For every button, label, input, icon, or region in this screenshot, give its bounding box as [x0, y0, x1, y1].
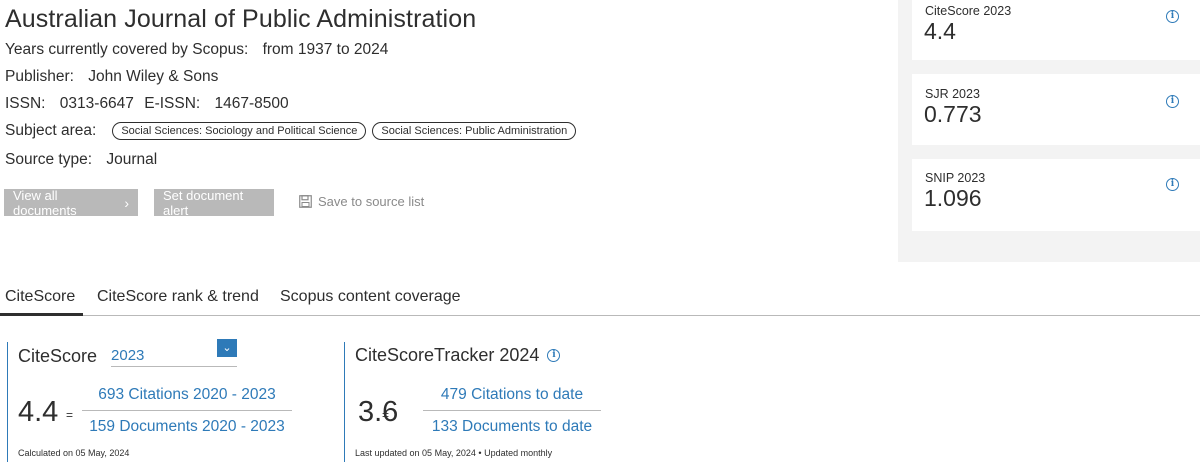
tab-citescore-rank-trend[interactable]: CiteScore rank & trend [97, 288, 259, 306]
info-icon[interactable]: i [1166, 10, 1179, 23]
active-tab-indicator [0, 313, 83, 316]
publisher-row: Publisher: John Wiley & Sons [5, 68, 224, 86]
info-icon[interactable]: i [1166, 178, 1179, 191]
documents-link[interactable]: 159 Documents 2020 - 2023 [82, 418, 292, 436]
view-all-documents-button[interactable]: View all documents › [4, 187, 138, 218]
equals-sign: = [66, 408, 74, 422]
citescore-value: 4.4 [18, 396, 59, 428]
snip-metric-value: 1.096 [924, 185, 982, 211]
source-type-label: Source type: [5, 151, 93, 168]
save-to-source-list-link[interactable]: Save to source list [299, 194, 424, 209]
sjr-metric-value: 0.773 [924, 101, 982, 127]
eissn-value: 1467-8500 [214, 95, 289, 112]
fraction-divider [82, 410, 292, 411]
calculated-note: Calculated on 05 May, 2024 [18, 448, 130, 458]
years-value: from 1937 to 2024 [262, 41, 389, 58]
source-details-panel: Australian Journal of Public Administrat… [0, 0, 898, 262]
sjr-metric-card: SJR 2023 0.773 i [912, 74, 1200, 145]
tab-bar: CiteScore CiteScore rank & trend Scopus … [0, 262, 1200, 316]
subject-chip-sociology[interactable]: Social Sciences: Sociology and Political… [112, 122, 367, 140]
year-select[interactable]: 2023 ⌄ [111, 339, 238, 367]
subject-label: Subject area: [5, 122, 97, 139]
info-icon[interactable]: i [1166, 95, 1179, 108]
info-icon[interactable]: i [547, 349, 561, 362]
subject-chip-public-administration[interactable]: Social Sciences: Public Administration [372, 122, 577, 140]
citescore-heading-label: CiteScore [18, 345, 98, 366]
subject-area-row: Subject area: Social Sciences: Sociology… [5, 122, 577, 140]
publisher-label: Publisher: [5, 68, 74, 85]
citescore-metric-label: CiteScore 2023 [925, 4, 1012, 18]
tracker-heading: CiteScoreTracker 2024 i [355, 345, 561, 366]
sjr-metric-label: SJR 2023 [925, 87, 980, 101]
issn-label: ISSN: [5, 95, 46, 112]
last-updated-note: Last updated on 05 May, 2024 • Updated m… [355, 448, 553, 458]
source-type-value: Journal [106, 151, 158, 168]
citescore-metric-card: CiteScore 2023 4.4 i [912, 0, 1200, 60]
set-document-alert-button[interactable]: Set document alert [154, 187, 274, 218]
set-document-alert-label: Set document alert [163, 187, 244, 218]
view-all-documents-label: View all documents [13, 187, 77, 218]
citescore-fraction: 693 Citations 2020 - 2023 159 Documents … [82, 386, 292, 436]
source-type-row: Source type: Journal [5, 151, 163, 169]
years-label: Years currently covered by Scopus: [5, 41, 249, 58]
tracker-heading-label: CiteScoreTracker 2024 [355, 345, 540, 365]
citations-link[interactable]: 693 Citations 2020 - 2023 [82, 386, 292, 404]
citescore-metric-value: 4.4 [924, 18, 956, 44]
tracker-documents-link[interactable]: 133 Documents to date [423, 418, 601, 436]
eissn-label: E-ISSN: [144, 95, 201, 112]
chevron-down-icon[interactable]: ⌄ [217, 339, 238, 357]
chevron-right-icon: › [124, 194, 129, 211]
journal-title: Australian Journal of Public Administrat… [5, 5, 477, 33]
year-select-value: 2023 [111, 347, 145, 364]
tab-citescore[interactable]: CiteScore [5, 288, 75, 306]
tracker-fraction: 479 Citations to date 133 Documents to d… [423, 386, 601, 436]
years-covered-row: Years currently covered by Scopus: from … [5, 41, 394, 59]
save-to-source-list-label: Save to source list [318, 194, 425, 209]
fraction-divider [423, 410, 601, 411]
citescore-tracker: CiteScoreTracker 2024 i 3.6 = 479 Citati… [344, 342, 664, 462]
equals-sign: = [382, 408, 390, 422]
citescore-heading: CiteScore 2023 ⌄ [18, 339, 238, 367]
tracker-citations-link[interactable]: 479 Citations to date [423, 386, 601, 404]
tracker-value: 3.6 [358, 396, 399, 428]
publisher-value: John Wiley & Sons [88, 68, 219, 85]
tab-scopus-content-coverage[interactable]: Scopus content coverage [280, 288, 461, 306]
citescore-section: CiteScore CiteScore rank & trend Scopus … [0, 262, 1200, 473]
citescore-calculation: CiteScore 2023 ⌄ 4.4 = 693 Citations 202… [7, 339, 327, 462]
save-icon [299, 195, 312, 208]
issn-row: ISSN: 0313-6647 E-ISSN: 1467-8500 [5, 95, 295, 113]
snip-metric-card: SNIP 2023 1.096 i [912, 159, 1200, 231]
issn-value: 0313-6647 [59, 95, 134, 112]
snip-metric-label: SNIP 2023 [925, 171, 986, 185]
